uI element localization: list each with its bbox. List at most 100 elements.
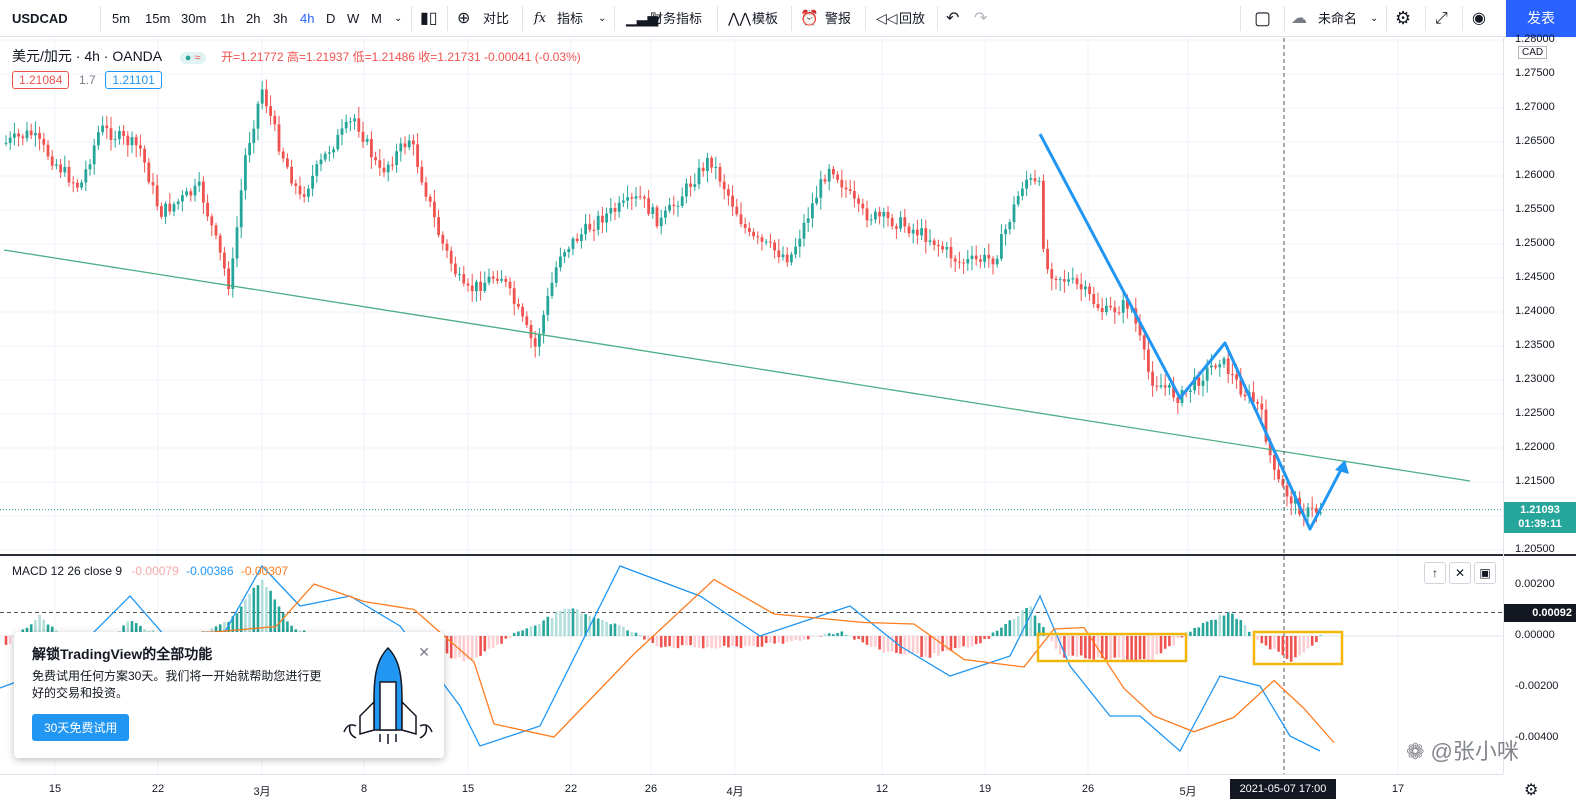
settings-gear-icon[interactable]: ⚙	[1395, 0, 1411, 37]
interval-15m[interactable]: 15m	[145, 0, 170, 37]
candle-body	[571, 238, 575, 249]
candle-body	[840, 179, 844, 188]
macd-histogram-bar	[1319, 635, 1322, 636]
candle-body	[1008, 222, 1012, 230]
macd-histogram-bar	[802, 636, 806, 640]
candle-body	[1142, 335, 1146, 350]
cloud-icon[interactable]: ☁	[1291, 0, 1307, 37]
bid-price[interactable]: 1.21084	[12, 71, 70, 89]
candle-body	[46, 144, 50, 157]
candle-body	[706, 157, 709, 171]
candle-body	[13, 133, 16, 138]
undo-icon[interactable]: ↶	[946, 0, 959, 37]
price-chart[interactable]	[0, 38, 1503, 554]
candle-body	[857, 198, 860, 204]
pair-title[interactable]: 美元/加元 · 4h · OANDA	[12, 48, 162, 64]
symbol-search[interactable]: USDCAD	[12, 0, 68, 37]
macd-histogram-bar	[1151, 636, 1154, 661]
axis-settings-gear-icon[interactable]: ⚙	[1524, 780, 1538, 800]
candle-body	[218, 235, 222, 253]
candle-body	[781, 254, 785, 258]
price-tick: 1.22500	[1515, 407, 1555, 419]
candle-style-icon[interactable]: ▮▯	[420, 0, 438, 37]
interval-5m[interactable]: 5m	[112, 0, 130, 37]
macd-histogram-bar	[1016, 616, 1020, 636]
pane-up-icon[interactable]: ↑	[1424, 562, 1446, 584]
macd-title[interactable]: MACD 12 26 close 9	[12, 564, 122, 578]
time-tick: 8	[360, 783, 368, 795]
macd-histogram-bar	[659, 636, 663, 648]
replay-button[interactable]: 回放	[899, 0, 925, 37]
interval-1h[interactable]: 1h	[220, 0, 234, 37]
macd-histogram-bar	[995, 630, 999, 636]
interval-D[interactable]: D	[326, 0, 335, 37]
macd-histogram-bar	[1176, 636, 1180, 639]
interval-3h[interactable]: 3h	[273, 0, 287, 37]
time-tick: 15	[461, 783, 475, 795]
candle-body	[1256, 402, 1259, 404]
fullscreen-icon[interactable]: ⤢	[1435, 0, 1448, 37]
macd-histogram-bar	[1050, 636, 1054, 642]
macd-histogram-bar	[1222, 615, 1226, 636]
financials-button[interactable]: 财务指标	[650, 0, 702, 37]
compare-icon[interactable]: ⊕	[457, 0, 470, 37]
price-axis[interactable]: 1.28000 1.27500 1.27000 1.26500 1.26000 1.255…	[1503, 33, 1576, 774]
interval-2h[interactable]: 2h	[246, 0, 260, 37]
redo-icon[interactable]: ↷	[974, 0, 987, 37]
alarm-clock-icon[interactable]: ⏰	[800, 0, 819, 37]
macd-histogram-bar	[248, 593, 251, 636]
pane-maximize-icon[interactable]: ▣	[1474, 562, 1496, 584]
market-status-icon[interactable]: ● ≈	[179, 52, 206, 64]
macd-histogram-bar	[1033, 615, 1037, 636]
camera-snapshot-icon[interactable]: ◉	[1472, 0, 1486, 37]
interval-4h[interactable]: 4h	[300, 0, 314, 37]
layout-name[interactable]: 未命名	[1318, 0, 1357, 37]
interval-W[interactable]: W	[347, 0, 359, 37]
candle-body	[223, 252, 226, 269]
macd-histogram-bar	[529, 626, 533, 636]
candle-body	[445, 243, 449, 251]
interval-M[interactable]: M	[371, 0, 382, 37]
fullscreen-layout-icon[interactable]: ▢	[1254, 0, 1271, 37]
price-tick: 1.24500	[1515, 271, 1555, 283]
candle-body	[1243, 394, 1247, 397]
alert-button[interactable]: 警报	[825, 0, 851, 37]
candle-body	[575, 238, 579, 242]
candle-body	[428, 196, 432, 202]
publish-button[interactable]: 发表	[1506, 0, 1576, 37]
pane-close-icon[interactable]: ✕	[1449, 562, 1471, 584]
templates-button[interactable]: 模板	[752, 0, 778, 37]
indicators-dropdown-icon[interactable]: ⌄	[598, 0, 606, 37]
candle-body	[391, 164, 394, 166]
macd-histogram-bar	[790, 636, 793, 642]
compare-button[interactable]: 对比	[483, 0, 509, 37]
candle-body	[958, 261, 961, 263]
ask-price[interactable]: 1.21101	[105, 71, 162, 89]
candle-body	[231, 258, 235, 290]
replay-icon[interactable]: ◁◁	[876, 0, 898, 37]
candle-body	[819, 179, 823, 198]
macd-histogram-bar	[554, 612, 558, 636]
candle-body	[1092, 294, 1096, 304]
macd-histogram-bar	[861, 636, 865, 643]
candle-body	[21, 136, 25, 139]
interval-dropdown-icon[interactable]: ⌄	[394, 0, 402, 37]
free-trial-button[interactable]: 30天免费试用	[32, 714, 130, 741]
candle-body	[42, 138, 46, 145]
macd-histogram-bar	[508, 636, 512, 638]
candle-body	[202, 181, 205, 203]
candle-body	[542, 314, 545, 334]
price-tick: 1.24000	[1515, 305, 1555, 317]
indicators-button[interactable]: 指标	[557, 0, 583, 37]
time-tick: 19	[978, 783, 992, 795]
macd-histogram-bar	[4, 636, 8, 645]
time-axis[interactable]: 2021-05-07 17:00 15 22 3月 8 15 22 26 4月 12 19 26 5月…	[0, 774, 1503, 804]
indicators-icon[interactable]: fx	[534, 0, 546, 37]
templates-icon[interactable]: ⋀⋀	[728, 0, 751, 37]
interval-30m[interactable]: 30m	[181, 0, 206, 37]
candle-body	[832, 168, 835, 175]
currency-badge[interactable]: CAD	[1518, 46, 1548, 59]
macd-histogram-bar	[265, 587, 268, 636]
layout-dropdown-icon[interactable]: ⌄	[1370, 0, 1378, 37]
candle-body	[937, 245, 940, 247]
